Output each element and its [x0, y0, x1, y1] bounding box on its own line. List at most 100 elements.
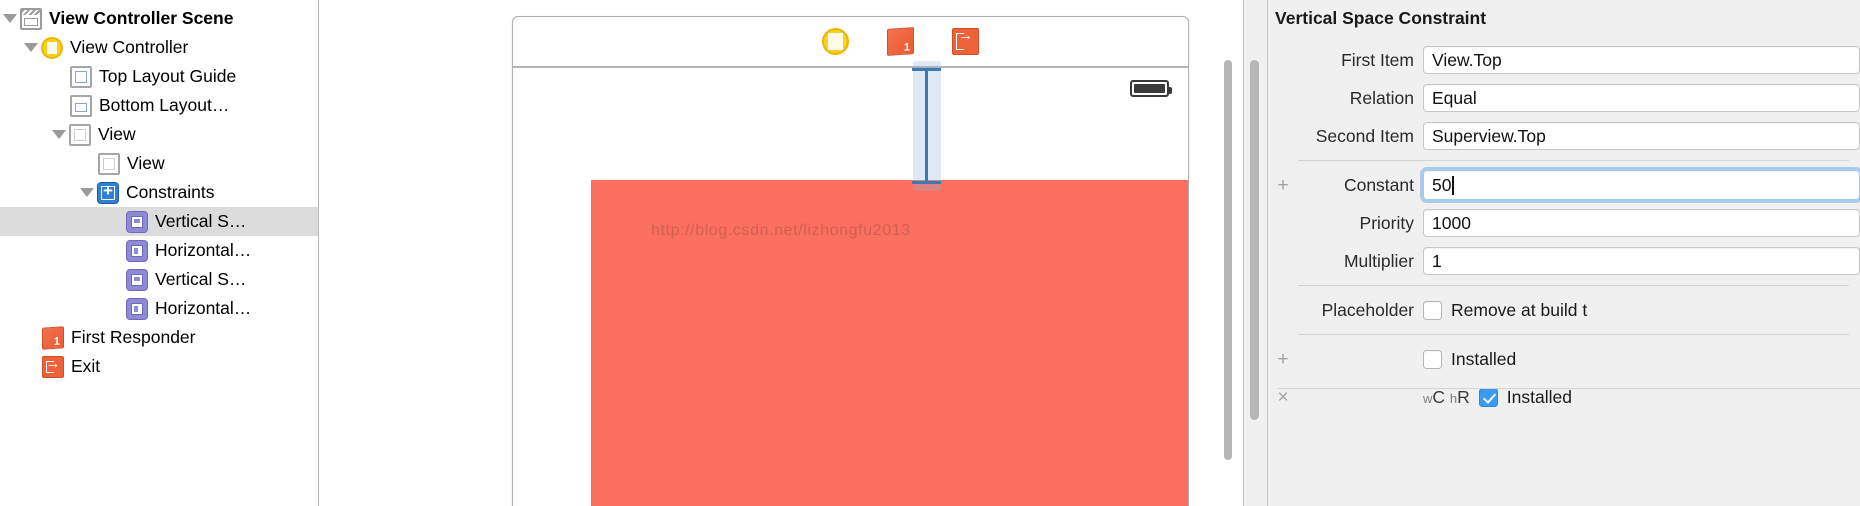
document-outline-panel: View Controller Scene View Controller To… [0, 0, 319, 506]
outline-row-label: Vertical S… [155, 268, 247, 289]
installed-checkbox-size-class[interactable] [1478, 387, 1498, 407]
outline-row-label: Exit [71, 355, 101, 376]
watermark-text: http://blog.csdn.net/lizhongfu2013 [651, 222, 911, 239]
inspector-divider-2 [1298, 285, 1849, 286]
outline-row-exit[interactable]: Exit [0, 352, 318, 381]
disclosure-triangle-icon[interactable] [21, 38, 41, 58]
horizontal-constraint-icon [126, 239, 148, 262]
exit-dock-icon[interactable] [952, 25, 979, 55]
vertical-constraint-icon [126, 268, 148, 291]
constant-label: Constant [1343, 174, 1414, 195]
attributes-inspector-panel: Vertical Space Constraint First Item Vie… [1243, 0, 1860, 506]
text-caret [1452, 175, 1454, 195]
size-class-label: wC hR [1423, 387, 1470, 408]
installed-label-default: Installed [1451, 348, 1517, 369]
view-icon [98, 152, 120, 175]
installed-add-gutter-icon[interactable]: + [1270, 350, 1296, 369]
relation-field[interactable]: Equal [1423, 84, 1860, 112]
inspector-title: Vertical Space Constraint [1275, 8, 1487, 28]
placeholder-row: Placeholder Remove at build t [1264, 291, 1860, 329]
size-class-w-value: C [1432, 386, 1446, 407]
placeholder-label: Placeholder [1321, 299, 1414, 320]
outline-row-label: Bottom Layout… [99, 94, 230, 115]
outline-row-label: First Responder [71, 326, 196, 347]
installed-checkbox-default[interactable] [1423, 349, 1442, 369]
first-item-row: First Item View.Top [1264, 41, 1860, 79]
scene-icon [20, 7, 42, 30]
constant-input[interactable]: 50 [1420, 167, 1860, 203]
multiplier-input[interactable]: 1 [1423, 247, 1860, 275]
disclosure-triangle-icon[interactable] [77, 183, 97, 203]
constant-row: + Constant 50 [1264, 166, 1860, 204]
outline-row-horizontal-constraint-1[interactable]: Horizontal… [0, 236, 318, 265]
installed-row-size-class: × wC hR Installed [1264, 378, 1860, 416]
first-item-field[interactable]: View.Top [1423, 46, 1860, 74]
view-icon [69, 123, 91, 146]
outline-row-label: Horizontal… [155, 239, 252, 260]
canvas-scrollbar-thumb[interactable] [1224, 60, 1232, 460]
size-class-w-prefix: w [1423, 390, 1433, 406]
second-item-label: Second Item [1315, 125, 1414, 146]
scene-dock [513, 17, 1188, 68]
constant-input-value: 50 [1432, 174, 1452, 195]
outline-row-label: Vertical S… [155, 210, 247, 231]
view-controller-scene-device[interactable]: http://blog.csdn.net/lizhongfu2013 [512, 16, 1189, 506]
relation-label: Relation [1349, 87, 1414, 108]
top-layout-guide-icon [70, 65, 92, 88]
outline-row-label: Horizontal… [155, 297, 252, 318]
red-subview[interactable]: http://blog.csdn.net/lizhongfu2013 [591, 180, 1188, 506]
installed-row-default: + Installed [1264, 340, 1860, 378]
canvas-scrollbar[interactable] [1221, 0, 1234, 506]
outline-row-view-controller[interactable]: View Controller [0, 33, 318, 62]
multiplier-label: Multiplier [1343, 250, 1414, 271]
multiplier-row: Multiplier 1 [1264, 242, 1860, 280]
installed-label-size-class: Installed [1506, 386, 1572, 407]
inspector-divider-3 [1298, 334, 1849, 335]
inspector-divider-4 [1278, 388, 1860, 389]
first-responder-icon [42, 325, 64, 350]
bottom-layout-guide-icon [70, 94, 92, 117]
disclosure-triangle-icon[interactable] [0, 9, 20, 29]
size-class-h-value: R [1457, 386, 1470, 407]
second-item-row: Second Item Superview.Top [1264, 117, 1860, 155]
constraints-icon [97, 180, 119, 204]
outline-row-top-layout-guide[interactable]: Top Layout Guide [0, 62, 318, 91]
placeholder-checkbox[interactable] [1423, 300, 1442, 320]
outline-row-view-controller-scene[interactable]: View Controller Scene [0, 4, 318, 33]
relation-row: Relation Equal [1264, 79, 1860, 117]
installed-remove-gutter-icon[interactable]: × [1270, 388, 1296, 407]
outline-row-first-responder[interactable]: First Responder [0, 323, 318, 352]
outline-row-label: View [127, 152, 165, 173]
outline-row-bottom-layout-guide[interactable]: Bottom Layout… [0, 91, 318, 120]
second-item-field[interactable]: Superview.Top [1423, 122, 1860, 150]
status-bar [513, 70, 1188, 110]
battery-icon [1130, 80, 1172, 97]
first-responder-dock-icon[interactable] [887, 27, 914, 56]
constant-add-gutter-icon[interactable]: + [1270, 176, 1296, 195]
outline-row-view[interactable]: View [0, 120, 318, 149]
outline-row-label: View Controller Scene [49, 7, 234, 28]
inspector-divider-1 [1298, 160, 1849, 161]
outline-row-label: View Controller [70, 36, 189, 57]
priority-input[interactable]: 1000 [1423, 209, 1860, 237]
horizontal-constraint-icon [126, 297, 148, 320]
priority-row: Priority 1000 [1264, 204, 1860, 242]
disclosure-triangle-icon[interactable] [49, 125, 69, 145]
outline-row-horizontal-constraint-2[interactable]: Horizontal… [0, 294, 318, 323]
vertical-space-constraint-line[interactable] [912, 68, 941, 184]
exit-icon [42, 353, 64, 378]
battery-fill [1134, 84, 1165, 93]
storyboard-canvas[interactable]: http://blog.csdn.net/lizhongfu2013 [319, 0, 1243, 506]
outline-row-vertical-constraint-2[interactable]: Vertical S… [0, 265, 318, 294]
xcode-interface-builder-window: View Controller Scene View Controller To… [0, 0, 1860, 506]
outline-row-constraints[interactable]: Constraints [0, 178, 318, 207]
view-controller-dock-icon[interactable] [822, 28, 849, 55]
view-controller-icon [41, 36, 63, 59]
placeholder-checkbox-label: Remove at build t [1451, 299, 1588, 320]
battery-cap [1169, 87, 1172, 94]
outline-row-vertical-constraint-selected[interactable]: Vertical S… [0, 207, 318, 236]
outline-row-label: Top Layout Guide [99, 65, 237, 86]
outline-row-label: View [98, 123, 136, 144]
priority-label: Priority [1359, 212, 1414, 233]
outline-row-child-view[interactable]: View [0, 149, 318, 178]
